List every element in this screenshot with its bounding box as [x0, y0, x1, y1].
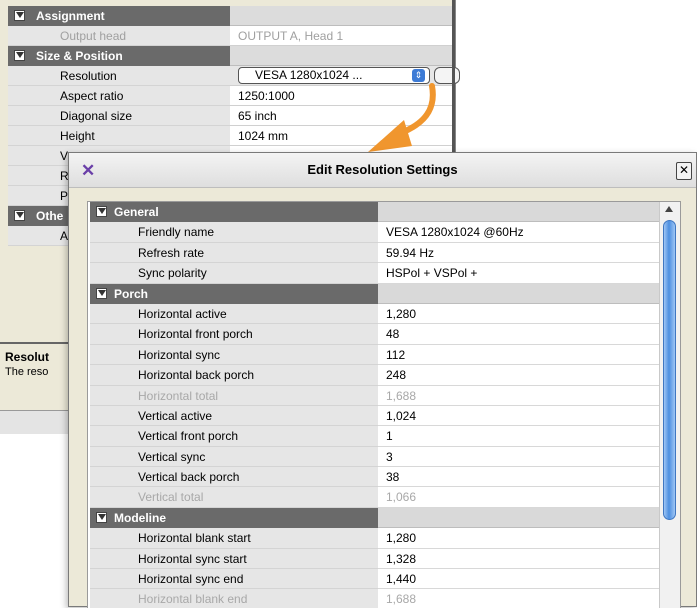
category-value-cell: [230, 46, 452, 66]
category-title: Othe: [36, 209, 64, 223]
property-label: Horizontal sync end: [90, 569, 378, 590]
property-label: Output head: [8, 26, 230, 46]
resolution-select-value: VESA 1280x1024 ...: [255, 68, 363, 82]
property-label: Aspect ratio: [8, 86, 230, 106]
collapse-toggle-icon[interactable]: [96, 511, 107, 523]
close-icon: ✕: [678, 163, 690, 177]
category-label: Porch: [90, 283, 378, 304]
callout-arrow: [368, 83, 436, 152]
property-label: Sync polarity: [90, 263, 378, 284]
category-value-cell: [378, 283, 660, 304]
edit-resolution-dialog: ✕ Edit Resolution Settings ✕ General Frie…: [68, 152, 697, 608]
property-label: Horizontal blank end: [90, 589, 378, 608]
property-value[interactable]: 112: [378, 344, 660, 366]
category-size-position[interactable]: Size & Position: [8, 46, 452, 66]
property-value: 1,688: [378, 589, 660, 608]
category-title: Assignment: [36, 9, 105, 23]
category-title: Modeline: [114, 510, 167, 525]
property-label: Vertical sync: [90, 446, 378, 468]
property-row-horizontal-sync[interactable]: Horizontal sync 112: [90, 344, 660, 366]
category-title: Porch: [114, 286, 149, 301]
property-row-output-head[interactable]: Output head OUTPUT A, Head 1: [8, 26, 452, 46]
scroll-up-arrow-icon[interactable]: [665, 206, 673, 212]
scroll-thumb[interactable]: [663, 220, 676, 520]
property-value: 1,066: [378, 487, 660, 508]
property-value: 1,688: [378, 385, 660, 406]
description-title: Resolut: [5, 350, 50, 364]
category-general[interactable]: General: [90, 202, 660, 223]
property-label: Vertical back porch: [90, 467, 378, 488]
collapse-toggle-icon[interactable]: [96, 206, 107, 217]
category-label: Assignment: [8, 6, 230, 26]
collapse-toggle-icon[interactable]: [96, 287, 107, 299]
property-row-vertical-active[interactable]: Vertical active 1,024: [90, 405, 660, 427]
property-value[interactable]: 1,280: [378, 528, 660, 549]
category-title: General: [114, 205, 159, 219]
property-label: Vertical total: [90, 487, 378, 508]
category-porch[interactable]: Porch: [90, 283, 660, 304]
category-assignment[interactable]: Assignment: [8, 6, 452, 26]
collapse-toggle-icon[interactable]: [14, 50, 25, 61]
dialog-titlebar[interactable]: ✕ Edit Resolution Settings ✕: [69, 153, 696, 188]
property-row-horizontal-total[interactable]: Horizontal total 1,688: [90, 385, 660, 406]
category-value-cell: [378, 507, 660, 529]
property-label: Refresh rate: [90, 242, 378, 264]
category-value-cell: [378, 202, 660, 223]
description-text: The reso: [5, 366, 49, 378]
category-label: Size & Position: [8, 46, 230, 66]
vertical-scrollbar[interactable]: [659, 202, 680, 608]
property-label: Horizontal sync: [90, 344, 378, 366]
property-label: Horizontal active: [90, 303, 378, 325]
property-row-refresh-rate[interactable]: Refresh rate 59.94 Hz: [90, 242, 660, 264]
property-value[interactable]: 1,328: [378, 548, 660, 570]
property-value[interactable]: 59.94 Hz: [378, 242, 660, 264]
property-row-vertical-front-porch[interactable]: Vertical front porch 1: [90, 426, 660, 447]
property-value[interactable]: 48: [378, 324, 660, 345]
property-value: OUTPUT A, Head 1: [230, 26, 452, 46]
property-label: Horizontal total: [90, 385, 378, 406]
collapse-toggle-icon[interactable]: [14, 210, 25, 221]
property-row-horizontal-front-porch[interactable]: Horizontal front porch 48: [90, 324, 660, 345]
property-label: Friendly name: [90, 222, 378, 243]
property-value[interactable]: 1,024: [378, 405, 660, 427]
property-row-horizontal-active[interactable]: Horizontal active 1,280: [90, 303, 660, 325]
property-row-horizontal-sync-end[interactable]: Horizontal sync end 1,440: [90, 569, 660, 590]
collapse-toggle-icon[interactable]: [14, 10, 25, 21]
property-label: Horizontal blank start: [90, 528, 378, 549]
property-row-horizontal-back-porch[interactable]: Horizontal back porch 248: [90, 365, 660, 386]
category-title: Size & Position: [36, 49, 123, 63]
property-label: Diagonal size: [8, 106, 230, 126]
property-label: Vertical front porch: [90, 426, 378, 447]
property-row-vertical-sync[interactable]: Vertical sync 3: [90, 446, 660, 468]
dialog-property-table: General Friendly name VESA 1280x1024 @60Hz…: [90, 202, 660, 608]
category-modeline[interactable]: Modeline: [90, 507, 660, 529]
category-label: General: [90, 202, 378, 223]
property-label: Height: [8, 126, 230, 146]
property-value[interactable]: 1,280: [378, 303, 660, 325]
category-label: Modeline: [90, 507, 378, 529]
property-value[interactable]: VESA 1280x1024 @60Hz: [378, 222, 660, 243]
property-row-horizontal-blank-start[interactable]: Horizontal blank start 1,280: [90, 528, 660, 549]
dialog-title: Edit Resolution Settings: [307, 162, 458, 177]
property-label: Horizontal front porch: [90, 324, 378, 345]
property-value[interactable]: 1: [378, 426, 660, 447]
property-row-vertical-total[interactable]: Vertical total 1,066: [90, 487, 660, 508]
property-value[interactable]: 3: [378, 446, 660, 468]
property-label: Horizontal sync start: [90, 548, 378, 570]
property-value[interactable]: 38: [378, 467, 660, 488]
property-label: Horizontal back porch: [90, 365, 378, 386]
property-value[interactable]: HSPol + VSPol +: [378, 263, 660, 284]
property-row-vertical-back-porch[interactable]: Vertical back porch 38: [90, 467, 660, 488]
property-value[interactable]: 1,440: [378, 569, 660, 590]
close-button[interactable]: ✕: [676, 162, 692, 180]
property-row-sync-polarity[interactable]: Sync polarity HSPol + VSPol +: [90, 263, 660, 284]
property-value[interactable]: 248: [378, 365, 660, 386]
property-row-friendly-name[interactable]: Friendly name VESA 1280x1024 @60Hz: [90, 222, 660, 243]
property-label: Resolution: [8, 66, 230, 86]
property-row-horizontal-blank-end[interactable]: Horizontal blank end 1,688: [90, 589, 660, 608]
property-label: Vertical active: [90, 405, 378, 427]
category-value-cell: [230, 6, 452, 26]
property-row-horizontal-sync-start[interactable]: Horizontal sync start 1,328: [90, 548, 660, 570]
dialog-property-grid: General Friendly name VESA 1280x1024 @60Hz…: [87, 201, 681, 608]
